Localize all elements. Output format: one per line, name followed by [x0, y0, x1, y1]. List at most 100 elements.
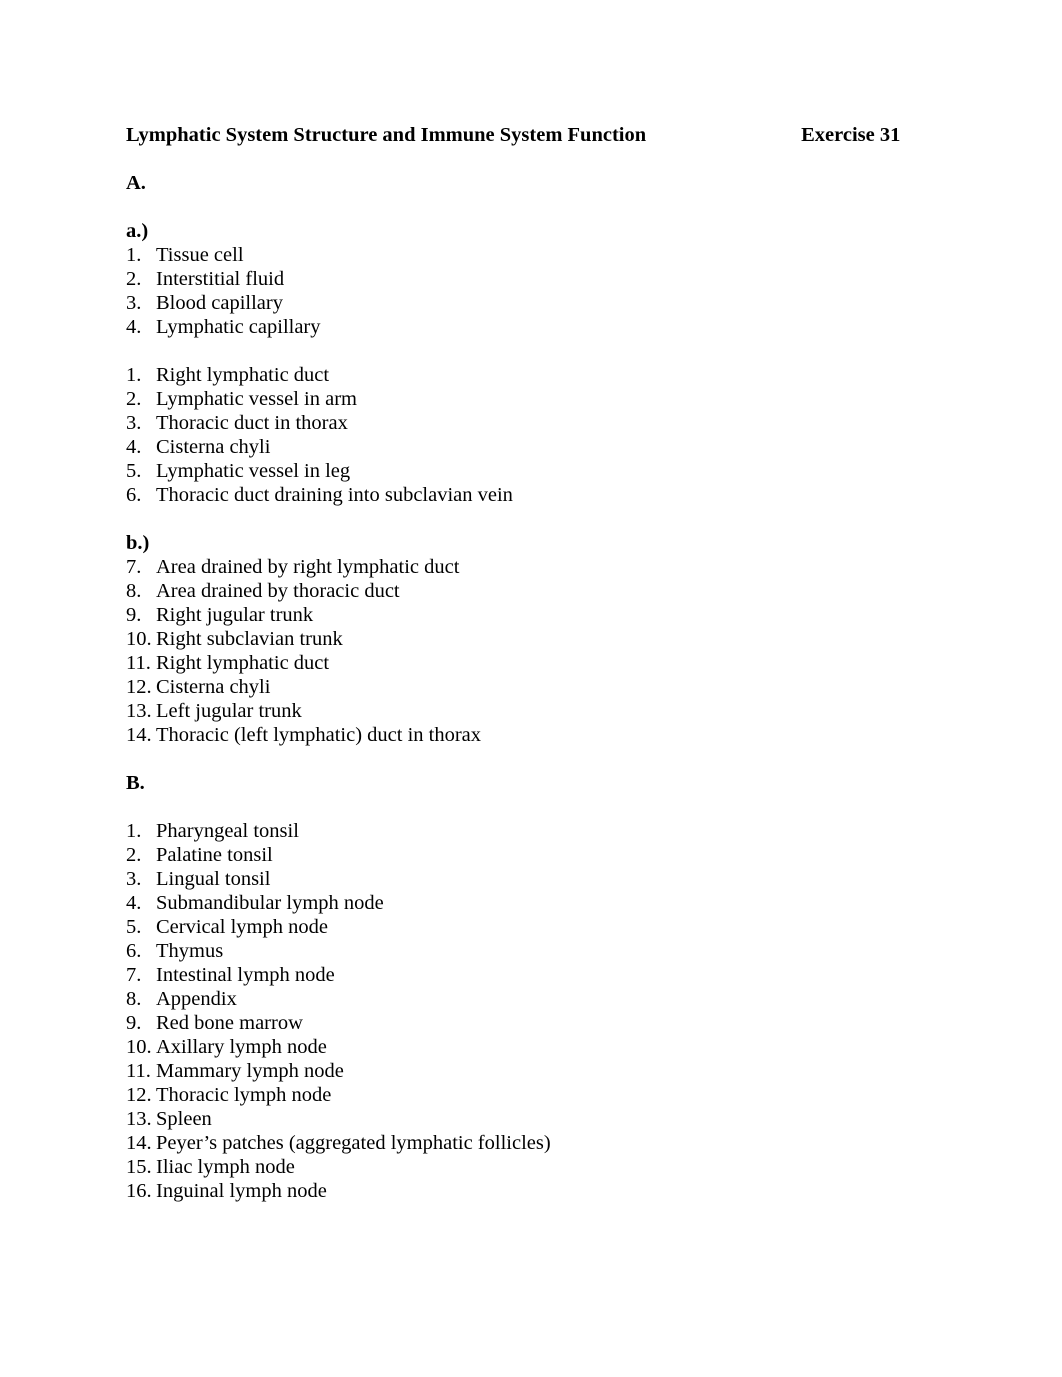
list-item-label: Peyer’s patches (aggregated lymphatic fo…	[156, 1132, 551, 1154]
list-marker: 1.	[126, 244, 142, 266]
list-item-label: Right lymphatic duct	[156, 652, 330, 674]
document-body: Lymphatic System Structure and Immune Sy…	[126, 123, 936, 1203]
list-item-label: Lingual tonsil	[156, 868, 271, 890]
list-a-2: 1. Right lymphatic duct 2. Lymphatic ves…	[126, 363, 936, 507]
list-item-label: Blood capillary	[156, 292, 283, 314]
section-b: B. 1. Pharyngeal tonsil 2. Palatine tons…	[126, 771, 936, 1203]
list-marker: 14.	[126, 724, 152, 746]
list-marker: 7.	[126, 556, 142, 578]
list-marker: 9.	[126, 604, 142, 626]
list-item-label: Thoracic (left lymphatic) duct in thorax	[156, 724, 482, 746]
list-item: 15. Iliac lymph node	[126, 1155, 936, 1179]
section-a: A. a.) 1. Tissue cell 2. Interstitial fl…	[126, 171, 936, 747]
list-item-label: Thymus	[156, 940, 224, 962]
section-a-heading: A.	[126, 172, 146, 194]
page-title: Lymphatic System Structure and Immune Sy…	[126, 124, 647, 146]
list-marker: 15.	[126, 1156, 152, 1178]
exercise-label: Exercise 31	[801, 124, 901, 146]
list-item-label: Spleen	[156, 1108, 212, 1130]
list-item: 7. Intestinal lymph node	[126, 963, 936, 987]
list-marker: 5.	[126, 916, 142, 938]
list-item-label: Lymphatic vessel in arm	[156, 388, 357, 410]
list-item: 8. Area drained by thoracic duct	[126, 579, 936, 603]
list-marker: 8.	[126, 580, 142, 602]
list-item-label: Tissue cell	[156, 244, 244, 266]
list-item-label: Iliac lymph node	[156, 1156, 295, 1178]
list-item-label: Axillary lymph node	[156, 1036, 327, 1058]
list-item-label: Red bone marrow	[156, 1012, 303, 1034]
list-item-label: Right jugular trunk	[156, 604, 314, 626]
list-item-label: Interstitial fluid	[156, 268, 285, 290]
list-marker: 5.	[126, 460, 142, 482]
list-item-label: Pharyngeal tonsil	[156, 820, 299, 842]
list-marker: 2.	[126, 388, 142, 410]
list-item: 4. Submandibular lymph node	[126, 891, 936, 915]
list-item-label: Intestinal lymph node	[156, 964, 335, 986]
list-item: 1. Right lymphatic duct	[126, 363, 936, 387]
list-item: 7. Area drained by right lymphatic duct	[126, 555, 936, 579]
list-marker: 7.	[126, 964, 142, 986]
list-item: 13. Spleen	[126, 1107, 936, 1131]
list-item-label: Cisterna chyli	[156, 676, 271, 698]
list-item-label: Thoracic duct draining into subclavian v…	[156, 484, 513, 506]
list-marker: 9.	[126, 1012, 142, 1034]
list-marker: 14.	[126, 1132, 152, 1154]
list-item: 8. Appendix	[126, 987, 936, 1011]
list-item-label: Palatine tonsil	[156, 844, 273, 866]
list-marker: 12.	[126, 676, 152, 698]
subsection-a-lower: a.) 1. Tissue cell 2. Interstitial fluid…	[126, 219, 936, 507]
list-marker: 4.	[126, 436, 142, 458]
list-item: 11. Mammary lymph node	[126, 1059, 936, 1083]
list-item-label: Lymphatic capillary	[156, 316, 321, 338]
list-item: 5. Lymphatic vessel in leg	[126, 459, 936, 483]
section-b-heading: B.	[126, 772, 145, 794]
list-item-label: Submandibular lymph node	[156, 892, 384, 914]
list-marker: 2.	[126, 844, 142, 866]
list-item: 16. Inguinal lymph node	[126, 1179, 936, 1203]
list-item: 3. Blood capillary	[126, 291, 936, 315]
list-item: 5. Cervical lymph node	[126, 915, 936, 939]
document-page: Lymphatic System Structure and Immune Sy…	[0, 0, 1062, 1377]
document-header: Lymphatic System Structure and Immune Sy…	[126, 123, 936, 147]
list-item: 12. Thoracic lymph node	[126, 1083, 936, 1107]
list-marker: 11.	[126, 652, 151, 674]
list-item-label: Area drained by thoracic duct	[156, 580, 400, 602]
list-item: 4. Cisterna chyli	[126, 435, 936, 459]
list-marker: 12.	[126, 1084, 152, 1106]
list-item-label: Cisterna chyli	[156, 436, 271, 458]
list-item-label: Area drained by right lymphatic duct	[156, 556, 460, 578]
list-item-label: Right lymphatic duct	[156, 364, 330, 386]
list-marker: 3.	[126, 868, 142, 890]
list-marker: 6.	[126, 940, 142, 962]
list-marker: 1.	[126, 820, 142, 842]
list-marker: 10.	[126, 1036, 152, 1058]
list-item: 2. Interstitial fluid	[126, 267, 936, 291]
list-marker: 8.	[126, 988, 142, 1010]
list-marker: 11.	[126, 1060, 151, 1082]
subsection-a-heading: a.)	[126, 220, 149, 242]
list-a-1: 1. Tissue cell 2. Interstitial fluid 3. …	[126, 243, 936, 339]
subsection-b-lower: b.) 7. Area drained by right lymphatic d…	[126, 531, 936, 747]
list-item: 13. Left jugular trunk	[126, 699, 936, 723]
list-item: 4. Lymphatic capillary	[126, 315, 936, 339]
list-item: 9. Right jugular trunk	[126, 603, 936, 627]
list-marker: 4.	[126, 892, 142, 914]
list-item: 11. Right lymphatic duct	[126, 651, 936, 675]
list-item-label: Lymphatic vessel in leg	[156, 460, 351, 482]
list-item: 2. Palatine tonsil	[126, 843, 936, 867]
list-item: 10. Axillary lymph node	[126, 1035, 936, 1059]
subsection-b-heading: b.)	[126, 532, 150, 554]
list-item-label: Appendix	[156, 988, 237, 1010]
list-item: 3. Lingual tonsil	[126, 867, 936, 891]
list-item: 14. Thoracic (left lymphatic) duct in th…	[126, 723, 936, 747]
list-item: 1. Tissue cell	[126, 243, 936, 267]
list-marker: 10.	[126, 628, 152, 650]
list-item-label: Left jugular trunk	[156, 700, 302, 722]
list-marker: 2.	[126, 268, 142, 290]
list-item: 6. Thymus	[126, 939, 936, 963]
list-marker: 3.	[126, 412, 142, 434]
